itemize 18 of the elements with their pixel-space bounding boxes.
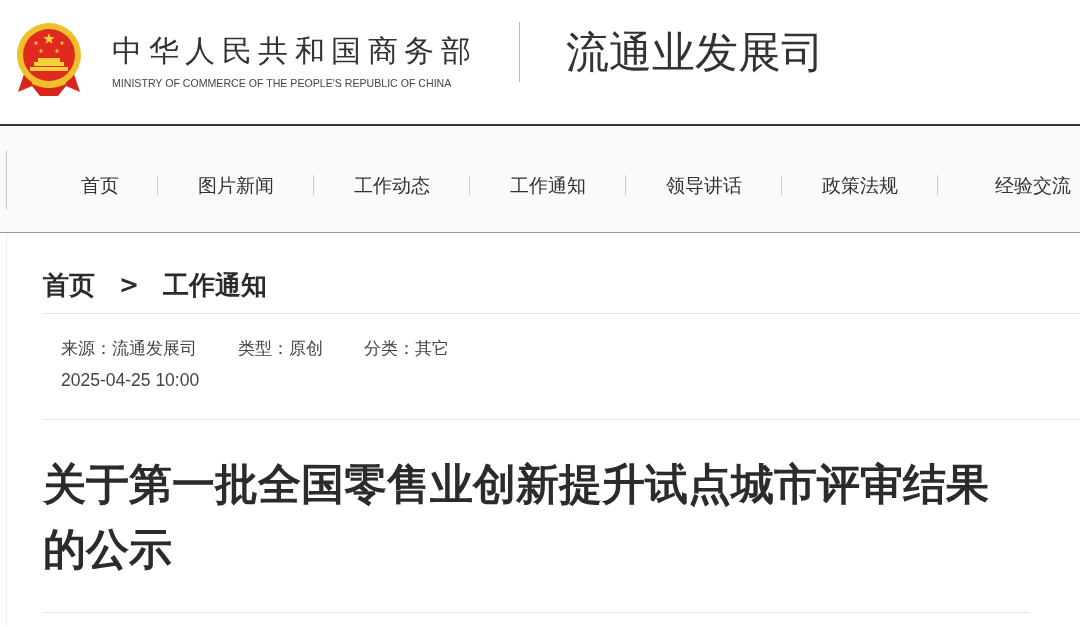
publish-date: 2025-04-25 10:00 (61, 369, 200, 392)
breadcrumb-separator: > (119, 270, 140, 301)
nav-link[interactable]: 工作通知 (509, 172, 586, 197)
article-title: 关于第一批全国零售业创新提升试点城市评审结果的公示 (43, 458, 990, 576)
nav-link[interactable]: 首页 (81, 172, 119, 197)
nav-link[interactable]: 工作动态 (353, 172, 430, 197)
nav-link[interactable]: 经验交流 (995, 172, 1071, 197)
ministry-name: 中华人民共和国商务部 (112, 35, 477, 67)
meta-info: 分类：其它 (364, 337, 449, 360)
meta-info: 类型：原创 (238, 337, 323, 360)
nav-link[interactable]: 政策法规 (821, 172, 898, 197)
meta-info: 来源：流通发展司 (61, 337, 197, 360)
nav-link[interactable]: 领导讲话 (665, 172, 742, 197)
department-name: 流通业发展司 (566, 28, 824, 76)
ministry-english-name: MINISTRY OF COMMERCE OF THE PEOPLE'S REPUBLIC OF CHINA (112, 77, 452, 89)
breadcrumb-link[interactable]: 首页 (43, 269, 95, 301)
breadcrumb-link[interactable]: 工作通知 (163, 269, 268, 301)
nav-link[interactable]: 图片新闻 (197, 172, 274, 197)
